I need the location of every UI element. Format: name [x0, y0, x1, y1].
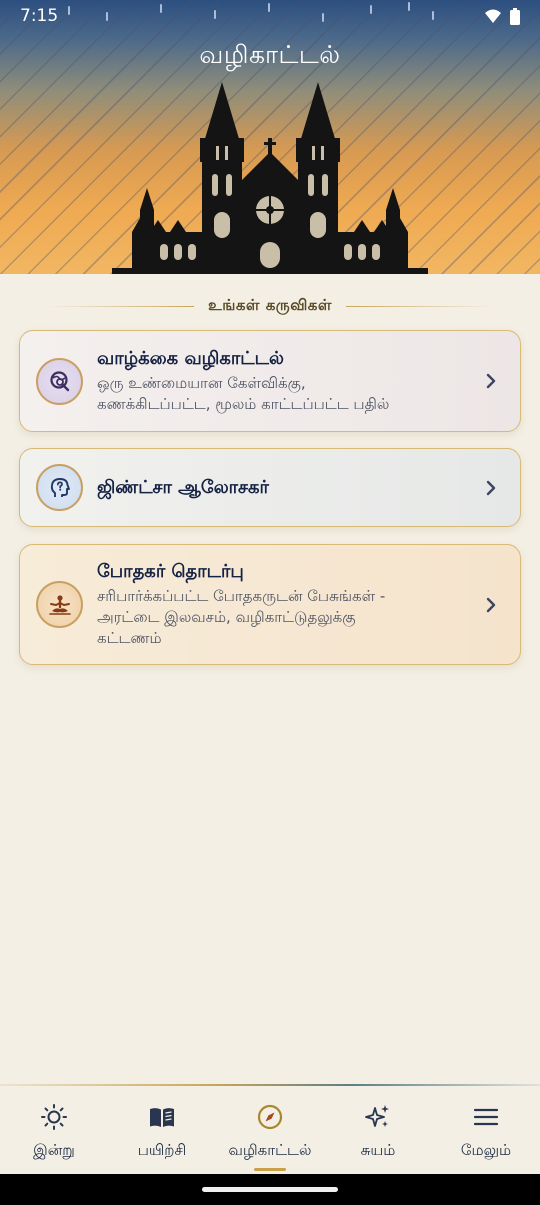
nav-item-guidance[interactable]: வழிகாட்டல்: [216, 1084, 324, 1174]
menu-icon: [473, 1108, 499, 1126]
section-heading: உங்கள் கருவிகள்: [0, 294, 540, 318]
divider: [46, 305, 195, 307]
nav-item-practice[interactable]: பயிற்சி: [108, 1084, 216, 1174]
cathedral-illustration: [112, 82, 428, 274]
card-icon-badge: [36, 357, 83, 405]
card-subtitle: ஒரு உண்மையான கேள்விக்கு, கணக்கிடப்பட்ட, …: [97, 373, 470, 415]
status-time: 7:15: [20, 6, 59, 26]
card-subtitle-line: அரட்டை இலவசம், வழிகாட்டுதலுக்கு: [97, 608, 356, 626]
card-pastor-contact[interactable]: போதகர் தொடர்பு சரிபார்க்கப்பட்ட போதகருடன…: [19, 544, 521, 665]
card-icon-badge: [36, 581, 83, 628]
head-question-icon: [50, 477, 70, 497]
nav-label: வழிகாட்டல்: [228, 1141, 312, 1159]
book-icon: [150, 1108, 174, 1127]
nav-label: பயிற்சி: [137, 1141, 187, 1159]
nav-item-more[interactable]: மேலும்: [432, 1084, 540, 1174]
header-banner: 7:15 வழிகாட்டல்: [0, 0, 540, 274]
nav-item-self[interactable]: சுயம்: [324, 1084, 432, 1174]
nav-item-today[interactable]: இன்று: [0, 1084, 108, 1174]
bottom-navigation: இன்று பயிற்சி வழிகாட்டல் சுயம் மேலும்: [0, 1084, 540, 1174]
meditation-icon: [48, 594, 71, 615]
card-icon-badge: [36, 464, 83, 511]
battery-icon: [510, 7, 520, 25]
card-title: போதகர் தொடர்பு: [97, 561, 244, 582]
compass-icon: [257, 1104, 283, 1130]
nav-label: இன்று: [33, 1141, 75, 1159]
nav-label: சுயம்: [360, 1141, 396, 1159]
search-globe-icon: [49, 371, 69, 392]
card-life-guidance[interactable]: வாழ்க்கை வழிகாட்டல் ஒரு உண்மையான கேள்விக…: [19, 330, 521, 432]
status-bar: 7:15: [0, 0, 540, 32]
divider: [345, 305, 494, 307]
active-tab-indicator: [254, 1168, 286, 1171]
card-advisor[interactable]: ஜிண்ட்சா ஆலோசகர்: [19, 448, 521, 527]
sun-icon: [41, 1104, 67, 1130]
card-subtitle-line: கணக்கிடப்பட்ட, மூலம் காட்டப்பட்ட பதில்: [97, 395, 390, 413]
card-subtitle: சரிபார்க்கப்பட்ட போதகருடன் பேசுங்கள் - அ…: [97, 586, 470, 649]
home-handle[interactable]: [202, 1187, 338, 1192]
chevron-right-icon: [486, 373, 496, 389]
chevron-right-icon: [486, 597, 496, 612]
card-title: ஜிண்ட்சா ஆலோசகர்: [97, 476, 269, 498]
page-title: வழிகாட்டல்: [199, 40, 341, 69]
section-heading-text: உங்கள் கருவிகள்: [208, 296, 332, 314]
system-gesture-bar: [0, 1174, 540, 1205]
wifi-icon: [485, 9, 501, 23]
card-title: வாழ்க்கை வழிகாட்டல்: [97, 348, 284, 369]
card-subtitle-line: ஒரு உண்மையான கேள்விக்கு,: [97, 374, 306, 392]
chevron-right-icon: [486, 480, 496, 495]
sparkles-icon: [365, 1105, 389, 1127]
card-subtitle-line: சரிபார்க்கப்பட்ட போதகருடன் பேசுங்கள் -: [97, 587, 386, 605]
nav-label: மேலும்: [460, 1141, 512, 1159]
card-subtitle-line: கட்டணம்: [97, 629, 162, 647]
